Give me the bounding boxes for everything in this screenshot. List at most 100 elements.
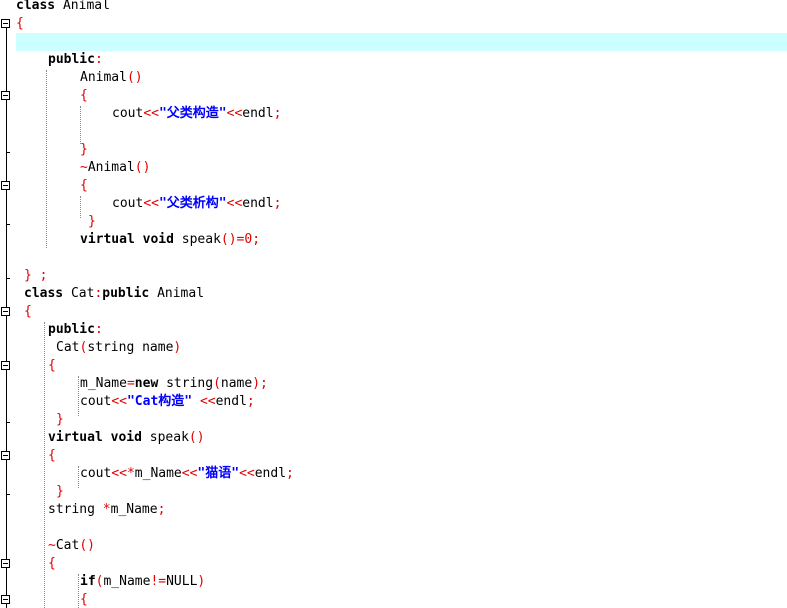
- operator-token: ): [173, 340, 182, 355]
- code-line[interactable]: }: [0, 483, 64, 501]
- identifier-token: Animal: [149, 286, 205, 301]
- keyword-token: class: [24, 286, 64, 301]
- operator-token: :: [94, 52, 103, 67]
- operator-token: {: [80, 592, 88, 607]
- identifier-token: [192, 394, 200, 409]
- string-literal-token: "猫语": [197, 466, 240, 481]
- operator-token: );: [252, 376, 268, 391]
- operator-token: {: [16, 16, 24, 31]
- identifier-token: Cat: [56, 340, 80, 355]
- identifier-token: Cat: [63, 286, 95, 301]
- code-line[interactable]: {: [0, 591, 88, 608]
- keyword-token: void: [110, 430, 142, 445]
- operator-token: <<: [239, 466, 255, 481]
- operator-token: ;: [286, 466, 294, 481]
- code-line[interactable]: {: [0, 357, 56, 375]
- code-line[interactable]: public:: [0, 321, 103, 339]
- code-line[interactable]: }: [0, 213, 96, 231]
- identifier-token: Animal: [87, 160, 135, 175]
- code-line[interactable]: m_Name=new string(name);: [0, 375, 268, 393]
- code-line[interactable]: cout<<*m_Name<<"猫语"<<endl;: [0, 465, 294, 483]
- code-line[interactable]: [0, 519, 16, 537]
- operator-token: <<: [181, 466, 198, 481]
- identifier-token: NULL: [166, 574, 198, 589]
- operator-token: {: [48, 448, 56, 463]
- identifier-token: speak: [141, 430, 189, 445]
- keyword-token: virtual: [48, 430, 103, 445]
- operator-token: <<: [199, 394, 216, 409]
- operator-token: ;: [273, 196, 282, 211]
- code-line[interactable]: [0, 249, 16, 267]
- operator-token: *: [102, 502, 111, 517]
- operator-token: (): [134, 160, 151, 175]
- operator-token: {: [48, 556, 56, 571]
- operator-token: ~: [48, 538, 56, 553]
- code-line[interactable]: {: [0, 303, 32, 321]
- code-line[interactable]: {: [0, 177, 88, 195]
- code-line[interactable]: class Cat:public Animal: [0, 285, 204, 303]
- code-line[interactable]: }: [0, 411, 64, 429]
- code-line[interactable]: Animal(): [0, 69, 143, 87]
- code-line[interactable]: {: [0, 555, 56, 573]
- operator-token: {: [48, 358, 56, 373]
- keyword-token: void: [142, 232, 174, 247]
- code-line[interactable]: string *m_Name;: [0, 501, 165, 519]
- code-line[interactable]: }: [0, 141, 88, 159]
- operator-token: ): [197, 574, 206, 589]
- code-editor[interactable]: class Animal{public: Animal(){cout<<"父类构造…: [0, 0, 787, 608]
- operator-token: (): [79, 538, 95, 553]
- identifier-token: endl: [215, 394, 247, 409]
- operator-token: ;: [157, 502, 166, 517]
- operator-token: }: [88, 214, 96, 229]
- identifier-token: speak: [173, 232, 221, 247]
- identifier-token: string name: [87, 340, 174, 355]
- operator-token: ;: [252, 232, 261, 247]
- operator-token: } ;: [24, 268, 48, 283]
- code-line[interactable]: {: [0, 447, 56, 465]
- keyword-token: class: [16, 0, 56, 13]
- code-line[interactable]: cout<<"父类构造"<<endl;: [0, 105, 281, 123]
- identifier-token: Animal: [55, 0, 110, 13]
- keyword-token: virtual: [80, 232, 135, 247]
- operator-token: <<: [143, 196, 159, 211]
- identifier-token: name: [220, 376, 253, 391]
- code-line[interactable]: {: [0, 15, 24, 33]
- operator-token: {: [80, 178, 88, 193]
- code-line[interactable]: cout<<"父类析构"<<endl;: [0, 195, 281, 213]
- operator-token: ~: [80, 160, 88, 175]
- code-line[interactable]: if(m_Name!=NULL): [0, 573, 205, 591]
- identifier-token: cout: [80, 466, 112, 481]
- code-line[interactable]: {: [0, 87, 88, 105]
- code-line[interactable]: virtual void speak(): [0, 429, 205, 447]
- code-line[interactable]: public:: [0, 51, 103, 69]
- operator-token: ;: [246, 394, 255, 409]
- operator-token: {: [24, 304, 32, 319]
- operator-token: <<: [226, 106, 243, 121]
- operator-token: !=: [150, 574, 167, 589]
- operator-token: :: [94, 322, 103, 337]
- identifier-token: endl: [242, 106, 274, 121]
- operator-token: {: [80, 88, 88, 103]
- identifier-token: Animal: [80, 70, 127, 85]
- keyword-token: if: [80, 574, 96, 589]
- code-lines: class Animal{public: Animal(){cout<<"父类构造…: [0, 0, 787, 608]
- string-literal-token: "父类构造": [158, 106, 227, 121]
- identifier-token: cout: [80, 394, 112, 409]
- code-line[interactable]: } ;: [0, 267, 47, 285]
- code-line[interactable]: virtual void speak()=0;: [0, 231, 260, 249]
- operator-token: ;: [273, 106, 282, 121]
- code-line[interactable]: [0, 123, 16, 141]
- operator-token: <<: [111, 394, 127, 409]
- operator-token: }: [80, 142, 88, 157]
- code-line[interactable]: ~Animal(): [0, 159, 150, 177]
- keyword-token: public: [102, 286, 150, 301]
- code-line[interactable]: ~Cat(): [0, 537, 95, 555]
- operator-token: }: [56, 412, 64, 427]
- code-line[interactable]: Cat(string name): [0, 339, 181, 357]
- code-line[interactable]: cout<<"Cat构造" <<endl;: [0, 393, 255, 411]
- keyword-token: new: [134, 376, 159, 391]
- code-line[interactable]: [0, 33, 16, 51]
- identifier-token: [135, 232, 143, 247]
- code-line[interactable]: class Animal: [0, 0, 110, 15]
- operator-token: ()=: [220, 232, 245, 247]
